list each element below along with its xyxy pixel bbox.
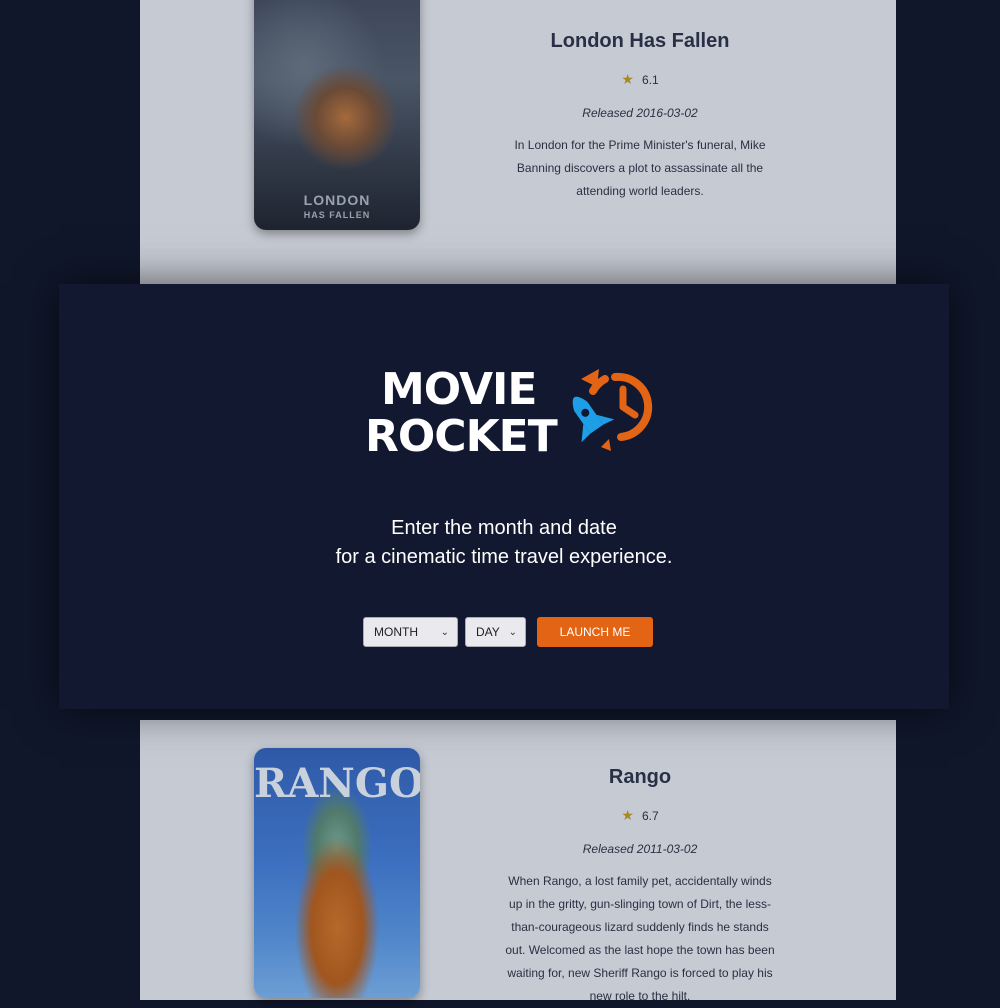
star-icon: ★: [621, 807, 634, 823]
movie-title: London Has Fallen: [550, 30, 730, 52]
chevron-down-icon: ⌄: [508, 626, 517, 638]
poster-title: LONDON: [303, 192, 371, 208]
rating-value: 6.1: [641, 72, 659, 87]
movie-card: LONDON HAS FALLEN London Has Fallen ★ 6.…: [140, 0, 896, 284]
star-icon: ★: [621, 71, 634, 87]
day-select[interactable]: DAY ⌄: [465, 617, 526, 647]
rating-value: 6.7: [641, 808, 659, 823]
launch-button[interactable]: LAUNCH ME: [537, 617, 653, 647]
movie-rating: ★ 6.7: [480, 807, 800, 824]
month-select-value: MONTH: [374, 625, 418, 639]
month-select[interactable]: MONTH ⌄: [363, 617, 458, 647]
movie-overview: When Rango, a lost family pet, accidenta…: [505, 874, 775, 1003]
release-date: Released 2011-03-02: [582, 842, 698, 856]
movie-card: RANGO Rango ★ 6.7 Released 2011-03-02 Wh…: [140, 720, 896, 1003]
date-controls: MONTH ⌄ DAY ⌄ LAUNCH ME: [363, 617, 653, 647]
movie-title: Rango: [608, 766, 672, 788]
tagline-line: Enter the month and date: [391, 517, 617, 539]
poster-subtitle: HAS FALLEN: [303, 210, 371, 220]
movie-info: London Has Fallen ★ 6.1 Released 2016-03…: [480, 30, 800, 203]
poster-title: RANGO: [254, 760, 420, 807]
tagline-line: for a cinematic time travel experience.: [335, 546, 673, 568]
tagline: Enter the month and date for a cinematic…: [59, 514, 949, 572]
logo-word-rocket: ROCKET: [365, 411, 558, 462]
logo-word-movie: MOVIE: [381, 364, 537, 415]
chevron-down-icon: ⌄: [440, 626, 449, 638]
launch-modal: MOVIE ROCKET Enter the month and date fo…: [59, 284, 949, 709]
rocket-clock-icon: [572, 369, 653, 451]
movie-overview: In London for the Prime Minister's funer…: [514, 138, 766, 198]
movie-poster[interactable]: LONDON HAS FALLEN: [254, 0, 420, 230]
release-date: Released 2016-03-02: [582, 106, 698, 120]
movie-poster[interactable]: RANGO: [254, 748, 420, 998]
movie-info: Rango ★ 6.7 Released 2011-03-02 When Ran…: [480, 766, 800, 1008]
app-logo: MOVIE ROCKET: [365, 359, 665, 462]
day-select-value: DAY: [476, 625, 500, 639]
movie-rating: ★ 6.1: [480, 71, 800, 88]
